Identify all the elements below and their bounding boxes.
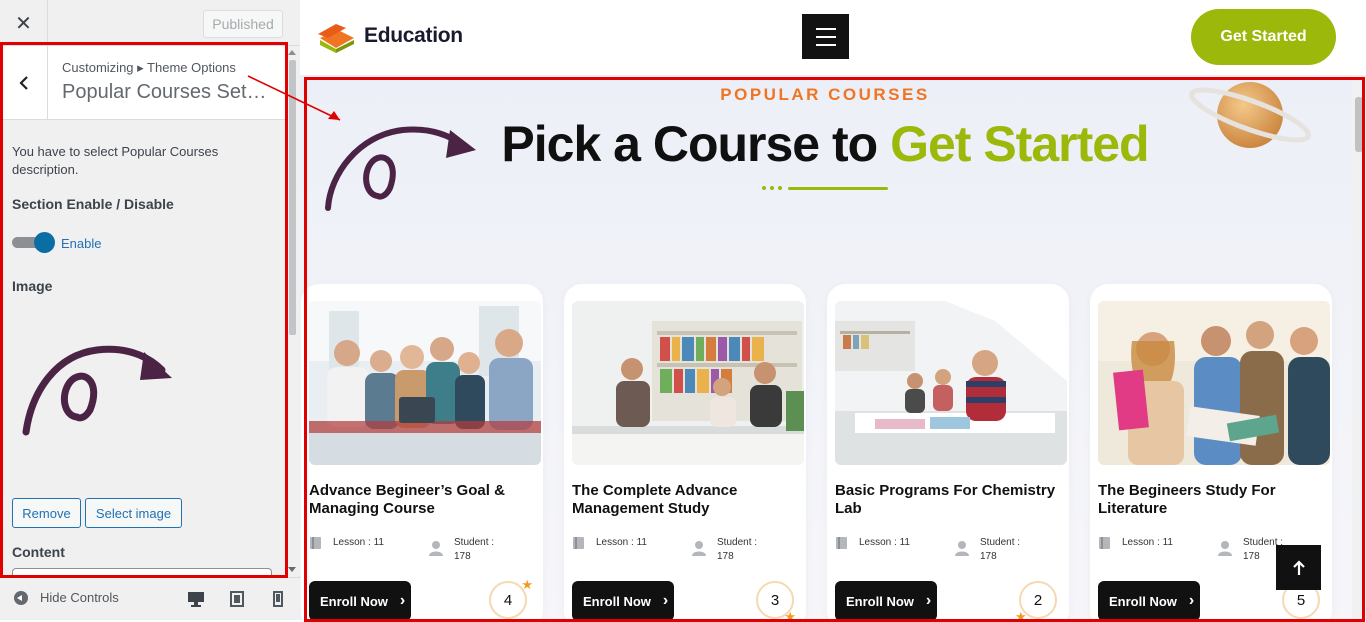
desktop-icon: [188, 592, 204, 607]
panel-header: Customizing ▸ Theme Options Popular Cour…: [0, 46, 285, 120]
customizer-header: ✕ Published: [0, 0, 300, 46]
course-title[interactable]: Basic Programs For Chemistry Lab: [835, 482, 1060, 518]
mobile-preview-button[interactable]: [269, 590, 287, 608]
toggle-knob: [34, 232, 55, 253]
student-count: Student :178: [691, 536, 757, 564]
customizer-sidebar: ✕ Published Customizing ▸ Theme Options …: [0, 0, 300, 620]
user-icon: [429, 541, 443, 556]
star-icon: ★: [521, 577, 533, 592]
customizer-footer: Hide Controls: [0, 577, 300, 620]
menu-toggle-button[interactable]: [802, 14, 849, 59]
book-icon: [573, 537, 584, 549]
scrollbar-thumb[interactable]: [289, 60, 296, 335]
panel-title: Popular Courses Setti…: [62, 81, 272, 103]
section-description: You have to select Popular Courses descr…: [12, 144, 219, 177]
section-title: Pick a Course to Get Started: [300, 115, 1350, 173]
course-image[interactable]: [835, 301, 1067, 465]
tablet-icon: [230, 591, 244, 607]
student-count: Student :178: [428, 536, 494, 564]
star-icon: ★: [1015, 609, 1027, 620]
chevron-right-icon: ›: [399, 592, 406, 609]
chevron-right-icon: ›: [662, 592, 669, 609]
user-icon: [955, 541, 969, 556]
tablet-preview-button[interactable]: [228, 590, 246, 608]
course-rating: 4 ★: [489, 577, 533, 619]
book-icon: [1099, 537, 1110, 549]
lesson-count: Lesson : 11: [572, 536, 647, 550]
section-subtitle: POPULAR COURSES: [720, 85, 930, 104]
course-rating: 3 ★: [756, 581, 796, 620]
course-card[interactable]: Advance Begineer’s Goal & Managing Cours…: [301, 284, 543, 620]
scroll-down-arrow-icon[interactable]: [288, 567, 296, 572]
enroll-now-button[interactable]: Enroll Now ›: [835, 581, 937, 620]
section-enable-heading: Section Enable / Disable: [12, 196, 174, 212]
divider-dot: [770, 186, 774, 190]
remove-image-button[interactable]: Remove: [12, 498, 81, 528]
section-title-accent: Get Started: [890, 116, 1150, 172]
chevron-right-icon: ›: [925, 592, 932, 609]
scrollbar-thumb[interactable]: [1355, 97, 1363, 152]
curly-arrow-image: [22, 345, 172, 436]
select-image-button[interactable]: Select image: [85, 498, 182, 528]
divider-line: [788, 186, 888, 190]
close-icon: ✕: [15, 12, 32, 35]
content-heading: Content: [12, 544, 65, 560]
lesson-count: Lesson : 11: [835, 536, 910, 550]
student-count: Student :178: [1217, 536, 1283, 564]
scroll-up-arrow-icon[interactable]: [288, 50, 296, 55]
image-heading: Image: [12, 278, 53, 294]
divider-dot: [762, 186, 766, 190]
desktop-preview-button[interactable]: [187, 590, 205, 608]
logo-text: Education: [364, 24, 463, 47]
divider-dot: [778, 186, 782, 190]
preview-scrollbar[interactable]: [1352, 75, 1366, 620]
site-header: Education Get Started: [300, 0, 1366, 75]
course-title[interactable]: The Complete Advance Management Study: [572, 482, 797, 518]
course-card[interactable]: Basic Programs For Chemistry Lab Lesson …: [827, 284, 1069, 620]
scroll-to-top-button[interactable]: [1276, 545, 1321, 590]
arrow-up-icon: [1292, 559, 1305, 575]
lesson-count: Lesson : 11: [1098, 536, 1173, 550]
course-title[interactable]: Advance Begineer’s Goal & Managing Cours…: [309, 482, 534, 518]
hide-controls-label: Hide Controls: [40, 590, 119, 605]
section-title-main: Pick a Course to: [501, 116, 878, 172]
sidebar-scrollbar[interactable]: [285, 46, 300, 576]
enroll-now-button[interactable]: Enroll Now ›: [1098, 581, 1200, 620]
mobile-icon: [273, 591, 283, 607]
get-started-button[interactable]: Get Started: [1191, 9, 1336, 65]
course-rating: 2 ★: [1015, 581, 1057, 620]
site-preview: Education Get Started POPULAR COURSES Pi…: [300, 0, 1366, 620]
section-enable-toggle[interactable]: [12, 232, 55, 253]
course-image[interactable]: [309, 301, 541, 465]
back-button[interactable]: [0, 46, 48, 120]
course-card[interactable]: The Complete Advance Management Study Le…: [564, 284, 806, 620]
hamburger-icon-bar: [815, 43, 836, 46]
course-image[interactable]: [1098, 301, 1330, 465]
chevron-right-icon: ›: [1188, 592, 1195, 609]
hamburger-icon-bar: [815, 27, 836, 30]
book-icon: [836, 537, 847, 549]
title-divider: [762, 186, 888, 190]
site-logo[interactable]: Education: [316, 18, 463, 54]
book-icon: [310, 537, 321, 549]
hamburger-icon-bar: [815, 35, 836, 38]
user-icon: [692, 541, 706, 556]
hide-controls-button[interactable]: Hide Controls: [14, 590, 119, 605]
published-button[interactable]: Published: [203, 10, 283, 38]
book-logo-icon: [318, 24, 354, 53]
enroll-now-button[interactable]: Enroll Now ›: [309, 581, 411, 620]
lesson-count: Lesson : 11: [309, 536, 384, 550]
toggle-label: Enable: [61, 236, 102, 251]
close-customizer-button[interactable]: ✕: [0, 0, 48, 46]
user-icon: [1218, 541, 1232, 556]
course-title[interactable]: The Begineers Study For Literature: [1098, 482, 1323, 518]
enroll-now-button[interactable]: Enroll Now ›: [572, 581, 674, 620]
collapse-arrow-icon: [14, 590, 28, 605]
chevron-left-icon: [18, 76, 28, 90]
student-count: Student :178: [954, 536, 1020, 564]
breadcrumb: Customizing ▸ Theme Options: [62, 60, 236, 75]
star-icon: ★: [784, 609, 796, 620]
course-image[interactable]: [572, 301, 804, 465]
image-preview: [12, 320, 274, 470]
